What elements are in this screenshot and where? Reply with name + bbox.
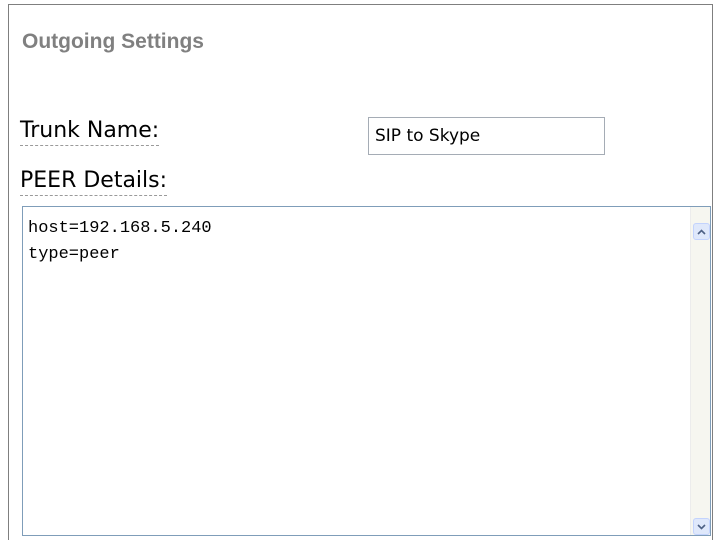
trunk-name-label: Trunk Name: (20, 118, 160, 146)
scroll-up-button[interactable] (693, 223, 710, 240)
trunk-name-input[interactable] (368, 117, 605, 155)
peer-details-textarea[interactable]: host=192.168.5.240 type=peer (23, 207, 690, 535)
peer-details-label: PEER Details: (20, 168, 168, 196)
peer-details-box: host=192.168.5.240 type=peer (22, 206, 711, 536)
chevron-down-icon (697, 523, 706, 530)
scroll-down-button[interactable] (693, 518, 710, 535)
chevron-up-icon (697, 228, 706, 235)
textarea-scrollbar[interactable] (690, 207, 710, 535)
section-title: Outgoing Settings (22, 30, 204, 53)
outgoing-settings-panel: Outgoing Settings Trunk Name: PEER Detai… (8, 4, 713, 540)
